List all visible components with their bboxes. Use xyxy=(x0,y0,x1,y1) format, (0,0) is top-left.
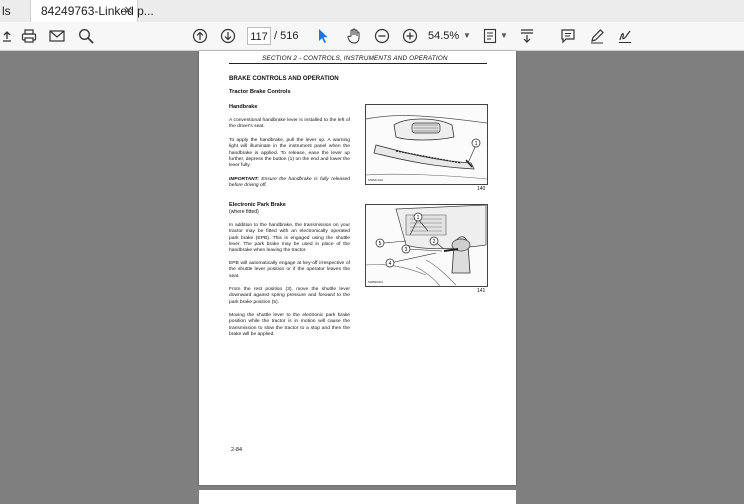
epb-paragraph-4: Moving the shuttle lever to the electron… xyxy=(229,313,350,337)
figure-number: 140 xyxy=(477,186,486,192)
select-cursor-icon[interactable] xyxy=(315,22,331,50)
heading-sub: Tractor Brake Controls xyxy=(229,89,291,95)
callout-5-label: 5 xyxy=(379,241,382,247)
toolbar: 117 / 516 54.5% ▼ ▼ xyxy=(0,22,744,51)
hand-tool-icon[interactable] xyxy=(345,22,363,50)
scroll-mode-icon[interactable] xyxy=(518,22,536,50)
pen-icon[interactable] xyxy=(588,22,606,50)
handbrake-important: IMPORTANT: Ensure the handbrake is fully… xyxy=(229,177,350,189)
email-icon[interactable] xyxy=(48,22,66,50)
callout-1-label: 1 xyxy=(417,215,420,221)
previous-page-icon[interactable] xyxy=(191,22,209,50)
print-icon[interactable] xyxy=(20,22,38,50)
close-icon[interactable]: ✕ xyxy=(124,0,133,22)
callout-2-label: 2 xyxy=(433,239,436,245)
epb-paragraph-1: In addition to the handbrake, the transm… xyxy=(229,223,350,254)
callout-3-label: 3 xyxy=(405,247,408,253)
zoom-out-icon[interactable] xyxy=(373,22,391,50)
tab-previous[interactable]: ls xyxy=(0,0,11,22)
tab-document[interactable]: 84249763-Linked p... ✕ xyxy=(30,0,154,22)
epb-figure: 1 2 3 4 5 MSB9940A xyxy=(365,204,488,287)
handbrake-title: Handbrake xyxy=(229,104,258,110)
document-page: SECTION 2 - CONTROLS, INSTRUMENTS AND OP… xyxy=(199,51,516,485)
figure-code: MSB4101A xyxy=(368,178,384,182)
zoom-level[interactable]: 54.5% xyxy=(428,27,468,45)
search-icon[interactable] xyxy=(77,22,95,50)
header-rule xyxy=(229,63,487,64)
epb-subtitle: (where fitted) xyxy=(229,209,259,215)
upload-icon[interactable] xyxy=(0,22,14,50)
tab-document-title: 84249763-Linked p... xyxy=(41,4,154,18)
handbrake-paragraph-1: A conventional handbrake lever is instal… xyxy=(229,118,350,130)
callout-4-label: 4 xyxy=(389,261,392,267)
callout-1-label: 1 xyxy=(475,141,478,147)
figure-number: 141 xyxy=(477,288,486,294)
epb-paragraph-3: From the rest position (3), move the shu… xyxy=(229,287,350,305)
epb-paragraph-2: EPB will automatically engage at key-off… xyxy=(229,261,350,279)
handbrake-paragraph-2: To apply the handbrake, pull the lever u… xyxy=(229,138,350,169)
figure-code: MSB9940A xyxy=(368,280,384,284)
page-number-input[interactable]: 117 xyxy=(247,27,271,45)
sign-icon[interactable] xyxy=(616,22,634,50)
next-page-icon[interactable] xyxy=(219,22,237,50)
comment-icon[interactable] xyxy=(559,22,577,50)
page-fit-icon[interactable] xyxy=(482,22,498,50)
handbrake-figure: 1 MSB4101A xyxy=(365,104,488,185)
page-number: 2-84 xyxy=(231,447,243,453)
tab-bar: ls 84249763-Linked p... ✕ xyxy=(0,0,744,23)
section-header: SECTION 2 - CONTROLS, INSTRUMENTS AND OP… xyxy=(262,55,448,62)
page-count: / 516 xyxy=(274,30,299,42)
zoom-dropdown-icon[interactable]: ▼ xyxy=(463,22,471,50)
page-fit-dropdown-icon[interactable]: ▼ xyxy=(500,22,508,50)
next-document-page xyxy=(199,490,516,504)
heading-main: BRAKE CONTROLS AND OPERATION xyxy=(229,75,339,82)
zoom-in-icon[interactable] xyxy=(401,22,419,50)
epb-title: Electronic Park Brake xyxy=(229,202,286,208)
